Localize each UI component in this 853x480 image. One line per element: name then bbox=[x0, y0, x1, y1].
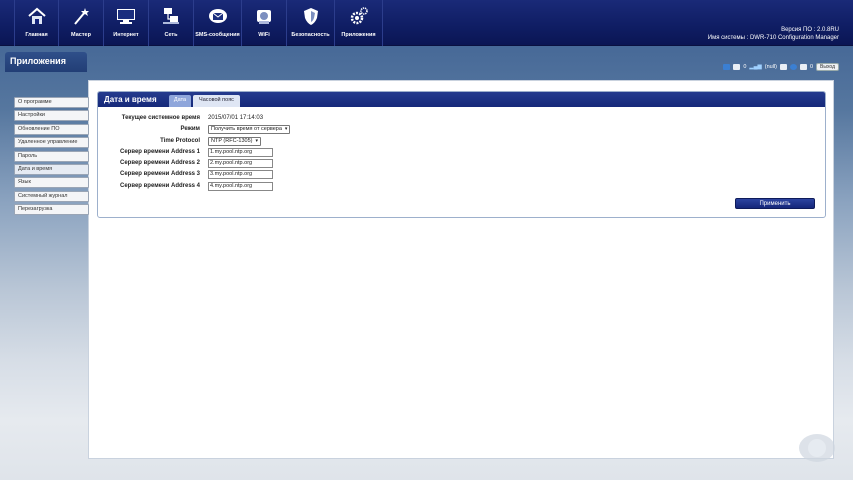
nav-label: Сеть bbox=[164, 32, 178, 38]
globe-icon bbox=[789, 64, 797, 70]
users-icon bbox=[799, 64, 807, 70]
form-row-current-time: Текущее системное время 2015/07/01 17:14… bbox=[98, 113, 825, 124]
network-icon bbox=[163, 8, 179, 24]
nav-item-network[interactable]: Сеть bbox=[149, 0, 194, 46]
nav-label: Мастер bbox=[71, 32, 91, 38]
server1-input[interactable]: 1.my.pool.ntp.org bbox=[208, 147, 273, 157]
sidebar-item-reboot[interactable]: Перезагрузка bbox=[14, 204, 89, 216]
date-time-form: Текущее системное время 2015/07/01 17:14… bbox=[98, 113, 825, 192]
mode-select-value: Получить время от сервера bbox=[211, 126, 282, 133]
sms-icon bbox=[208, 9, 227, 23]
sms-status-icon bbox=[733, 64, 741, 70]
users-count: 0 bbox=[809, 64, 814, 70]
current-time-value: 2015/07/01 17:14:03 bbox=[208, 115, 264, 121]
tab-date[interactable]: Дата bbox=[169, 95, 191, 107]
home-icon bbox=[27, 7, 46, 24]
system-name: Имя системы : DWR-710 Configuration Mana… bbox=[707, 35, 839, 41]
form-row-protocol: Time Protocol NTP (RFC-1305) ▾ bbox=[98, 136, 825, 147]
sms-count: 0 bbox=[743, 64, 747, 70]
nav-item-internet[interactable]: Интернет bbox=[104, 0, 149, 46]
current-time-label: Текущее системное время bbox=[121, 115, 200, 121]
server2-input[interactable]: 2.my.pool.ntp.org bbox=[208, 159, 273, 169]
form-row-server3: Сервер времени Address 3 3.my.pool.ntp.o… bbox=[98, 169, 825, 180]
mode-label: Режим bbox=[180, 126, 201, 133]
wizard-icon bbox=[74, 8, 89, 25]
date-time-card: Дата и время Дата Часовой пояс Текущее с… bbox=[97, 91, 826, 218]
nav-label: Интернет bbox=[113, 32, 139, 38]
nav-item-security[interactable]: Безопасность bbox=[287, 0, 335, 46]
sidebar-item-system-log[interactable]: Системный журнал bbox=[14, 190, 89, 202]
main-nav: Главная Мастер Интернет Сеть SMS-сообщен… bbox=[14, 0, 383, 46]
logout-button[interactable]: Выход bbox=[816, 63, 839, 71]
server3-label: Сервер времени Address 3 bbox=[120, 171, 200, 178]
apply-button[interactable]: Применить bbox=[735, 198, 815, 209]
form-row-server1: Сервер времени Address 1 1.my.pool.ntp.o… bbox=[98, 147, 825, 158]
chevron-down-icon: ▾ bbox=[284, 126, 288, 133]
signal-text: (null) bbox=[764, 64, 777, 70]
server4-label: Сервер времени Address 4 bbox=[120, 182, 200, 189]
server1-label: Сервер времени Address 1 bbox=[120, 148, 200, 155]
top-navigation-bar: Главная Мастер Интернет Сеть SMS-сообщен… bbox=[0, 0, 853, 46]
mode-select[interactable]: Получить время от сервера ▾ bbox=[208, 125, 291, 135]
nav-label: WiFi bbox=[258, 32, 270, 38]
form-row-mode: Режим Получить время от сервера ▾ bbox=[98, 124, 825, 135]
network-status-icon bbox=[779, 64, 787, 70]
chevron-down-icon: ▾ bbox=[255, 137, 258, 144]
nav-label: Приложения bbox=[341, 32, 376, 38]
nav-item-apps[interactable]: Приложения bbox=[335, 0, 383, 46]
server4-input[interactable]: 4.my.pool.ntp.org bbox=[208, 181, 273, 191]
nav-item-wifi[interactable]: WiFi bbox=[242, 0, 287, 46]
protocol-select[interactable]: NTP (RFC-1305) ▾ bbox=[208, 136, 261, 146]
form-row-server2: Сервер времени Address 2 2.my.pool.ntp.o… bbox=[98, 158, 825, 169]
nav-label: Безопасность bbox=[291, 32, 330, 38]
system-info: Версия ПО : 2.0.8RU Имя системы : DWR-71… bbox=[708, 26, 839, 42]
signal-icon: ▂▄▆ bbox=[749, 64, 762, 70]
firmware-version: Версия ПО : 2.0.8RU bbox=[781, 27, 839, 33]
shield-icon bbox=[303, 8, 318, 25]
card-title: Дата и время bbox=[104, 95, 157, 104]
tab-timezone[interactable]: Часовой пояс bbox=[193, 95, 240, 107]
nav-item-wizard[interactable]: Мастер bbox=[59, 0, 104, 46]
nav-label: Главная bbox=[25, 32, 48, 38]
protocol-label: Time Protocol bbox=[160, 137, 200, 144]
card-header: Дата и время Дата Часовой пояс bbox=[98, 92, 825, 107]
protocol-select-value: NTP (RFC-1305) bbox=[211, 137, 253, 144]
server3-input[interactable]: 3.my.pool.ntp.org bbox=[208, 170, 273, 180]
watermark-logo-icon bbox=[799, 434, 835, 462]
apps-gear-icon bbox=[350, 7, 368, 25]
sim-icon bbox=[723, 64, 731, 70]
wifi-icon bbox=[257, 10, 271, 24]
section-title: Приложения bbox=[5, 52, 87, 72]
nav-item-home[interactable]: Главная bbox=[14, 0, 59, 46]
nav-label: SMS-сообщения bbox=[195, 32, 240, 38]
nav-item-sms[interactable]: SMS-сообщения bbox=[194, 0, 242, 46]
server2-label: Сервер времени Address 2 bbox=[120, 160, 200, 167]
form-row-server4: Сервер времени Address 4 4.my.pool.ntp.o… bbox=[98, 181, 825, 192]
sidebar-item-about[interactable]: О программе bbox=[14, 97, 89, 108]
status-bar: 0 ▂▄▆ (null) 0 Выход bbox=[723, 63, 839, 71]
internet-icon bbox=[117, 9, 135, 24]
